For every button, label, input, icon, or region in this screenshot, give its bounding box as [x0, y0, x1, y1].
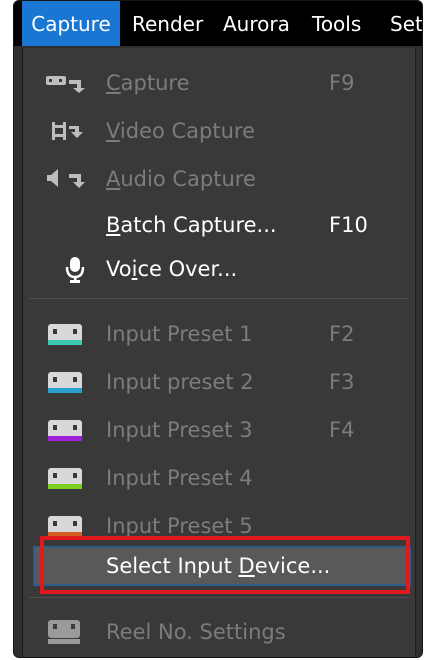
shortcut-label: F9	[329, 71, 355, 95]
menu-item-label: Batch Capture...	[106, 213, 277, 237]
menu-settings[interactable]: Set	[390, 1, 422, 46]
input-preset-icon	[48, 372, 82, 393]
input-preset-icon	[48, 420, 82, 441]
input-preset-icon	[48, 468, 82, 489]
menu-item-input-preset-2[interactable]: Input preset 2 F3	[23, 359, 415, 405]
menu-separator	[29, 298, 409, 299]
menu-item-label: Input Preset 4	[106, 466, 253, 490]
menu-item-label: Video Capture	[106, 119, 256, 143]
menu-item-video-capture[interactable]: Video Capture	[23, 108, 415, 154]
menu-bar: Capture Render Aurora Tools Set	[14, 1, 422, 46]
reel-settings-icon	[48, 620, 80, 644]
menu-item-label: Input Preset 1	[106, 322, 253, 346]
menu-capture[interactable]: Capture	[22, 1, 120, 46]
highlight-annotation-box	[40, 536, 410, 594]
menu-item-input-preset-1[interactable]: Input Preset 1 F2	[23, 311, 415, 357]
microphone-icon	[65, 257, 85, 283]
menu-separator	[29, 597, 409, 598]
menu-item-audio-capture[interactable]: Audio Capture	[23, 156, 415, 202]
menu-item-label: Reel No. Settings	[106, 620, 286, 644]
menu-item-capture[interactable]: Capture F9	[23, 60, 415, 106]
menu-item-input-preset-3[interactable]: Input Preset 3 F4	[23, 407, 415, 453]
audio-capture-icon	[47, 169, 85, 188]
input-preset-icon	[48, 324, 82, 345]
menu-item-voice-over[interactable]: Voice Over...	[23, 246, 415, 292]
menu-item-label: Voice Over...	[106, 257, 238, 281]
menu-tools[interactable]: Tools	[312, 1, 361, 46]
menu-item-reel-settings[interactable]: Reel No. Settings	[23, 609, 415, 655]
menu-item-batch-capture[interactable]: Batch Capture... F10	[23, 202, 415, 248]
shortcut-label: F2	[329, 322, 355, 346]
video-capture-icon	[52, 122, 83, 140]
menu-item-label: Capture	[106, 71, 190, 95]
menu-render[interactable]: Render	[132, 1, 203, 46]
capture-icon	[46, 76, 85, 93]
menu-aurora[interactable]: Aurora	[223, 1, 290, 46]
shortcut-label: F3	[329, 370, 355, 394]
shortcut-label: F10	[329, 213, 368, 237]
menu-item-label: Input preset 2	[106, 370, 254, 394]
menu-item-input-preset-4[interactable]: Input Preset 4	[23, 455, 415, 501]
shortcut-label: F4	[329, 418, 355, 442]
menu-item-label: Input Preset 3	[106, 418, 253, 442]
menu-item-label: Audio Capture	[106, 167, 256, 191]
